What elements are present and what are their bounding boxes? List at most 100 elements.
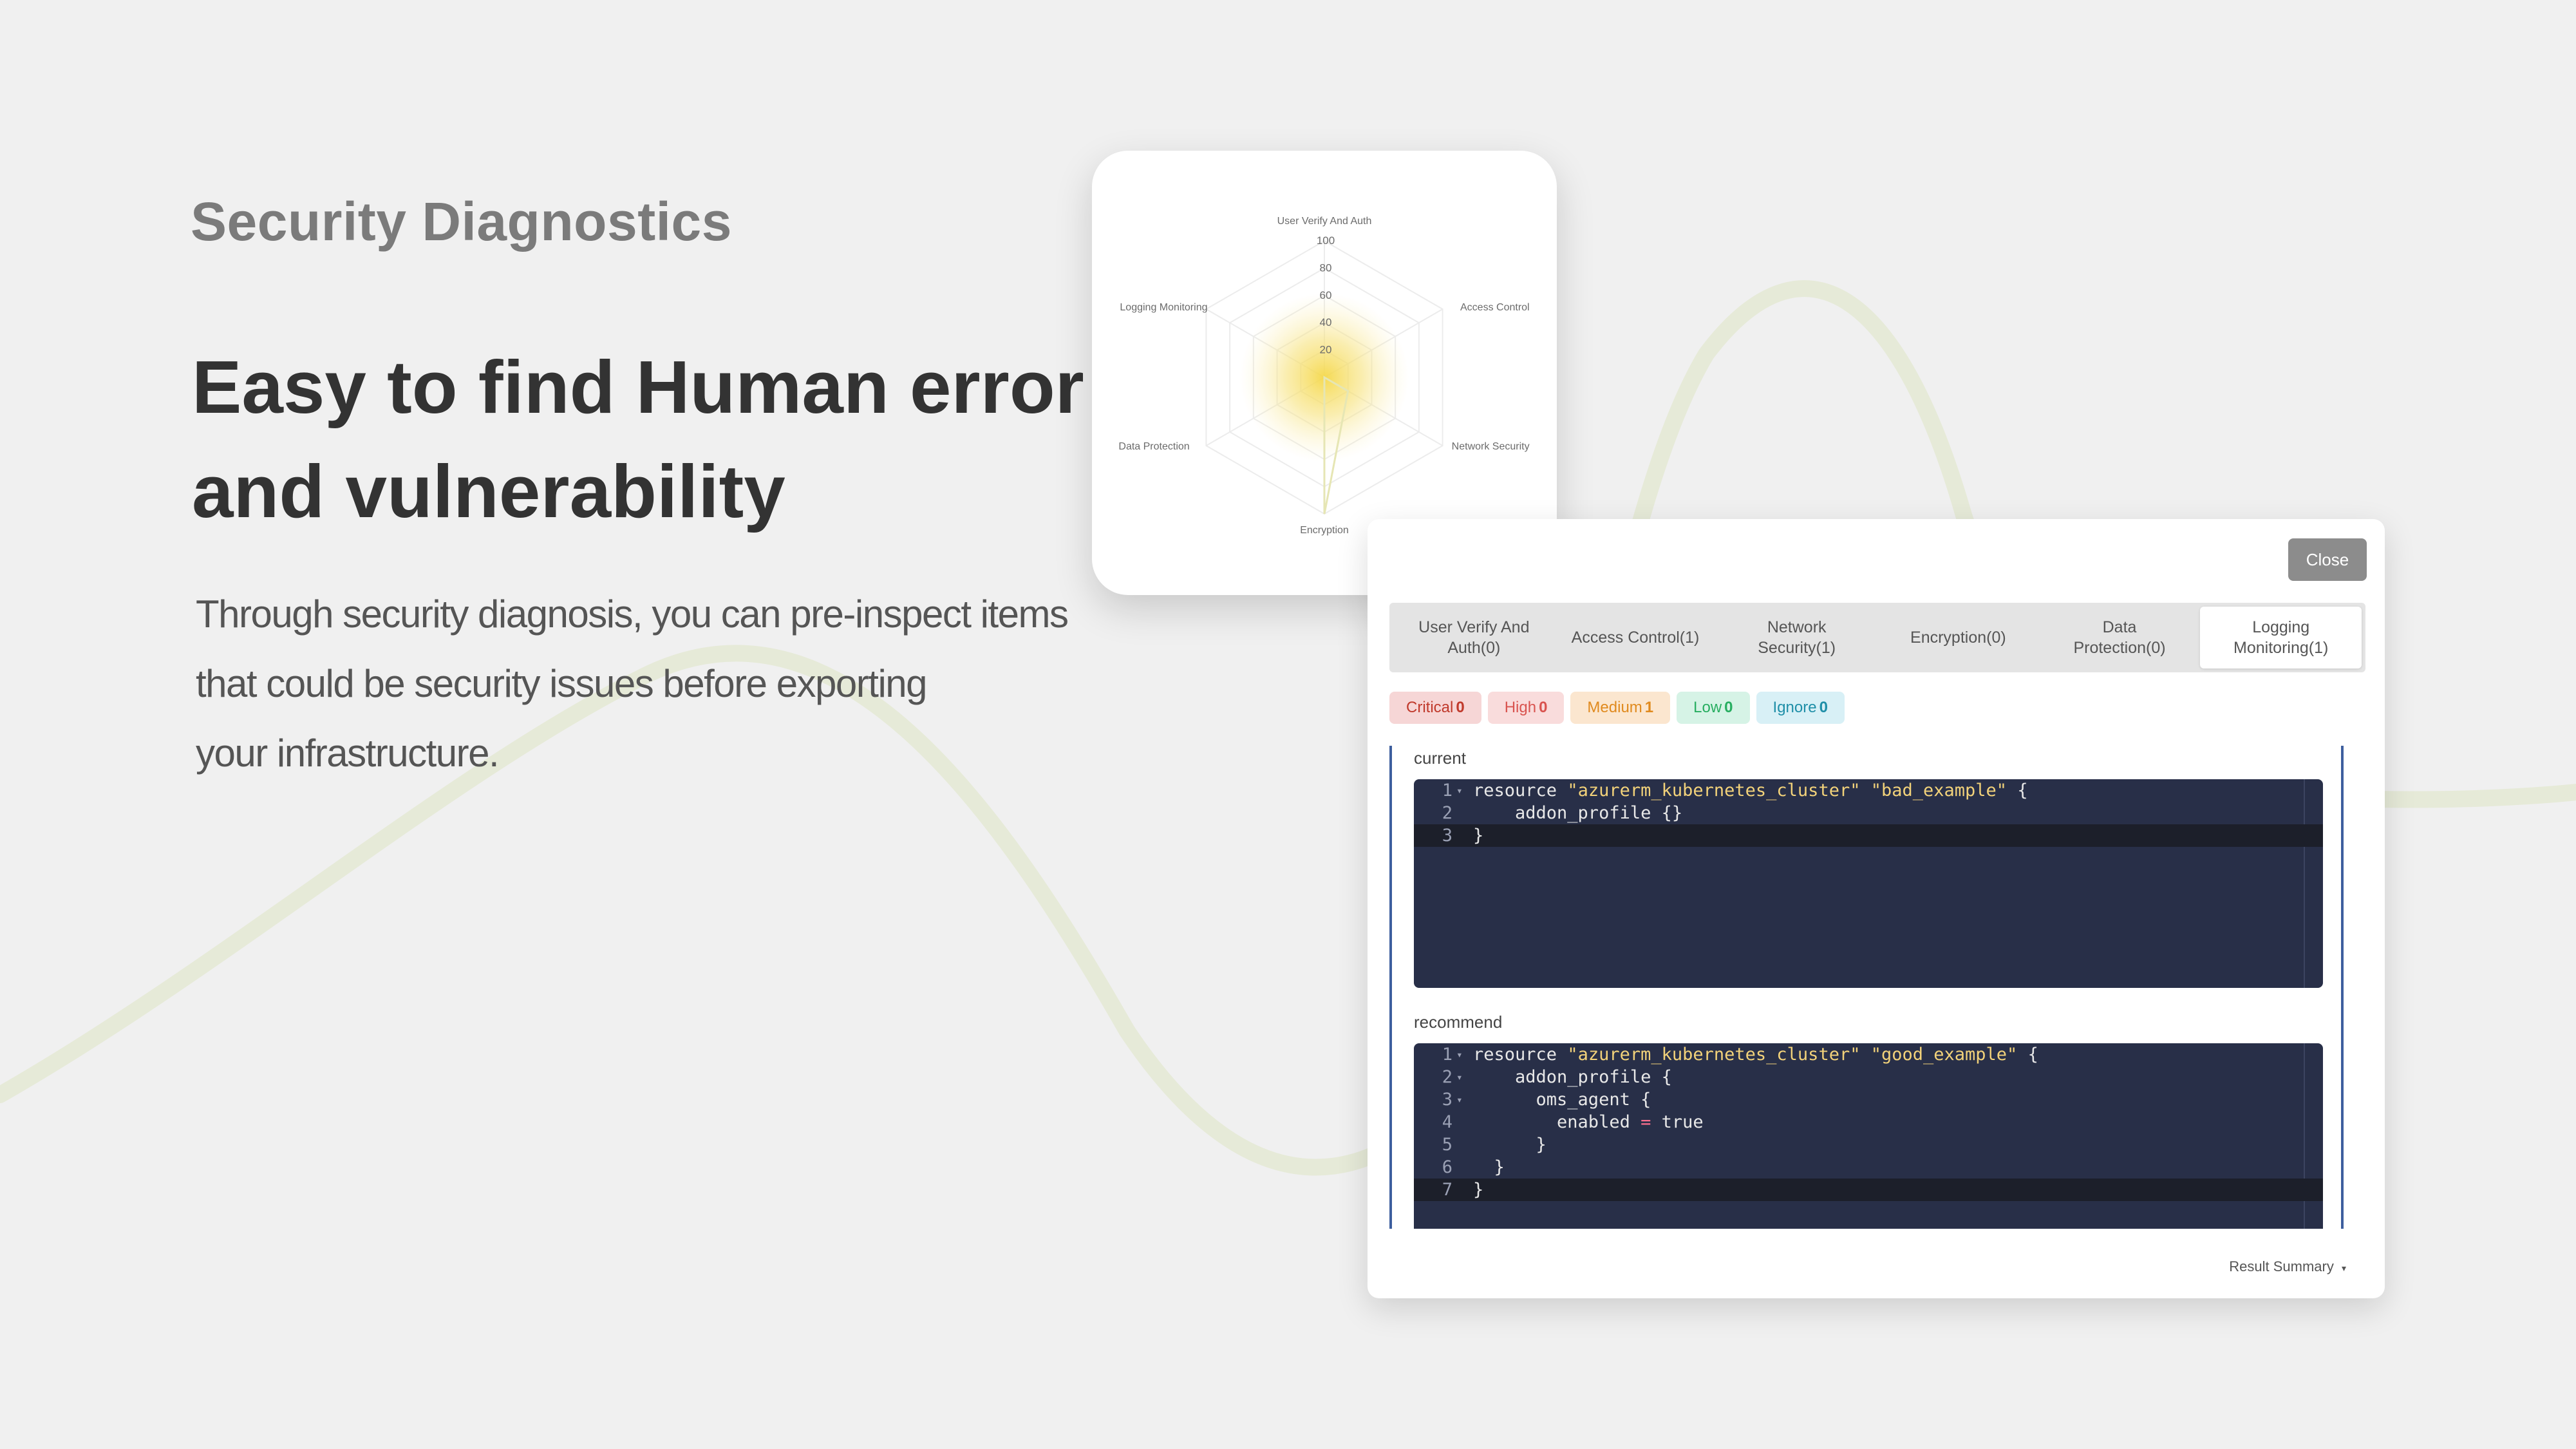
code-token: } [1473, 1180, 1484, 1200]
code-line: 6 } [1414, 1156, 2323, 1179]
badge-count: 0 [1819, 699, 1828, 716]
recommend-code-editor[interactable]: 1 ▾ resource "azurerm_kubernetes_cluster" … [1414, 1043, 2323, 1229]
badge-label: High [1504, 699, 1537, 716]
radar-axis-label: Access Control [1460, 302, 1530, 313]
severity-badge-critical[interactable]: Critical 0 [1389, 692, 1481, 724]
code-token: enabled [1473, 1112, 1641, 1132]
code-line: 2 ▾ addon_profile { [1414, 1066, 2323, 1088]
severity-badge-low[interactable]: Low 0 [1677, 692, 1750, 724]
tab-label: Auth(0) [1447, 639, 1501, 657]
code-line: 1 ▾ resource "azurerm_kubernetes_cluster" … [1414, 1043, 2323, 1066]
radar-tick-label: 100 [1317, 234, 1335, 247]
code-line: 2 addon_profile {} [1414, 802, 2323, 824]
hero-headline: Easy to find Human error and vulnerabili… [192, 335, 1158, 544]
code-text: } [1473, 1179, 1483, 1201]
tab-label: Network [1767, 618, 1827, 636]
code-string: "azurerm_kubernetes_cluster" [1567, 1045, 1861, 1065]
code-text: } [1473, 824, 1483, 847]
current-code-editor[interactable]: 1 ▾ resource "azurerm_kubernetes_cluster" … [1414, 779, 2323, 988]
severity-badge-ignore[interactable]: Ignore 0 [1756, 692, 1845, 724]
result-summary-label: Result Summary [2229, 1258, 2334, 1274]
tab-network-security[interactable]: Network Security(1) [1716, 607, 1877, 668]
tab-data-protection[interactable]: Data Protection(0) [2039, 607, 2201, 668]
severity-badges: Critical 0 High 0 Medium 1 Low 0 Ignore 0 [1389, 692, 1845, 724]
tab-label: Security(1) [1758, 639, 1836, 657]
radar-tick-label: 20 [1320, 344, 1332, 356]
fold-toggle-icon[interactable]: ▾ [1456, 1043, 1463, 1066]
tab-label: Access Control(1) [1571, 629, 1700, 647]
radar-tick-label: 80 [1320, 261, 1332, 274]
code-comparison[interactable]: current 1 ▾ resource "azurerm_kubernetes_c… [1389, 746, 2344, 1229]
tab-logging-monitoring[interactable]: Logging Monitoring(1) [2200, 607, 2362, 668]
severity-badge-high[interactable]: High 0 [1487, 692, 1565, 724]
code-token: addon_profile {} [1473, 803, 1683, 823]
code-text: resource "azurerm_kubernetes_cluster" "b… [1473, 779, 2028, 802]
category-tabs: User Verify And Auth(0) Access Control(1)… [1389, 603, 2365, 672]
tab-label: Protection(0) [2073, 639, 2166, 657]
tab-access-control[interactable]: Access Control(1) [1555, 607, 1716, 668]
code-token: true [1651, 1112, 1704, 1132]
code-line: 5 } [1414, 1133, 2323, 1156]
tab-encryption[interactable]: Encryption(0) [1877, 607, 2039, 668]
code-text: enabled = true [1473, 1111, 1704, 1133]
close-button[interactable]: Close [2288, 538, 2367, 581]
radar-axis-label: User Verify And Auth [1277, 216, 1372, 227]
fold-toggle-icon[interactable]: ▾ [1456, 779, 1463, 802]
code-string: "azurerm_kubernetes_cluster" [1567, 781, 1861, 800]
badge-label: Medium [1587, 699, 1642, 716]
code-token: resource [1473, 1045, 1568, 1065]
radar-axis-label: Data Protection [1118, 441, 1189, 452]
code-token: resource [1473, 781, 1568, 800]
code-token: oms_agent { [1473, 1090, 1651, 1110]
badge-count: 0 [1724, 699, 1733, 716]
code-text: oms_agent { [1473, 1088, 1651, 1111]
code-operator: = [1641, 1112, 1651, 1132]
tab-user-verify-auth[interactable]: User Verify And Auth(0) [1393, 607, 1555, 668]
severity-badge-medium[interactable]: Medium 1 [1570, 692, 1671, 724]
tab-label: Monitoring(1) [2233, 639, 2329, 657]
recommend-label: recommend [1414, 1012, 1503, 1032]
line-number: 4 [1442, 1112, 1453, 1132]
radar-axis-label: Logging Monitoring [1120, 302, 1207, 313]
radar-tick-label: 60 [1320, 289, 1332, 301]
hero-description: Through security diagnosis, you can pre-… [196, 580, 1129, 788]
code-line: 3 ▾ oms_agent { [1414, 1088, 2323, 1111]
caret-down-icon: ▾ [2341, 1263, 2346, 1273]
code-text: } [1473, 1156, 1505, 1179]
line-number: 1 [1442, 781, 1453, 800]
badge-label: Low [1693, 699, 1722, 716]
code-text: } [1473, 1133, 1547, 1156]
code-line: 3} [1414, 824, 2323, 847]
code-string: "bad_example" [1870, 781, 2007, 800]
radar-axis-label: Encryption [1300, 525, 1349, 536]
line-number: 1 [1442, 1045, 1453, 1065]
badge-count: 1 [1644, 699, 1654, 716]
line-number: 3 [1442, 826, 1453, 846]
description-line: that could be security issues before exp… [196, 662, 928, 705]
tab-label: Encryption(0) [1910, 629, 2006, 647]
badge-label: Ignore [1772, 699, 1817, 716]
code-text: addon_profile { [1473, 1066, 1672, 1088]
line-number: 2 [1442, 1067, 1453, 1087]
line-number: 3 [1442, 1090, 1453, 1110]
code-token: addon_profile { [1473, 1067, 1672, 1087]
fold-toggle-icon[interactable]: ▾ [1456, 1066, 1463, 1088]
result-summary-toggle[interactable]: Result Summary ▾ [2229, 1258, 2346, 1275]
tab-label: User Verify And [1418, 618, 1530, 636]
current-label: current [1414, 748, 1466, 768]
description-line: your infrastructure. [196, 732, 500, 775]
radar-tick-label: 40 [1320, 316, 1332, 328]
code-line: 1 ▾ resource "azurerm_kubernetes_cluster" … [1414, 779, 2323, 802]
code-line: 4 enabled = true [1414, 1111, 2323, 1133]
radar-axis-label: Network Security [1452, 441, 1530, 452]
code-line: 7} [1414, 1179, 2323, 1201]
code-string: "good_example" [1870, 1045, 2018, 1065]
code-token: { [2007, 781, 2028, 800]
badge-count: 0 [1456, 699, 1465, 716]
diagnosis-dialog: Close User Verify And Auth(0) Access Cont… [1368, 519, 2385, 1298]
code-token: { [2017, 1045, 2038, 1065]
fold-toggle-icon[interactable]: ▾ [1456, 1088, 1463, 1111]
code-text: resource "azurerm_kubernetes_cluster" "g… [1473, 1043, 2038, 1066]
